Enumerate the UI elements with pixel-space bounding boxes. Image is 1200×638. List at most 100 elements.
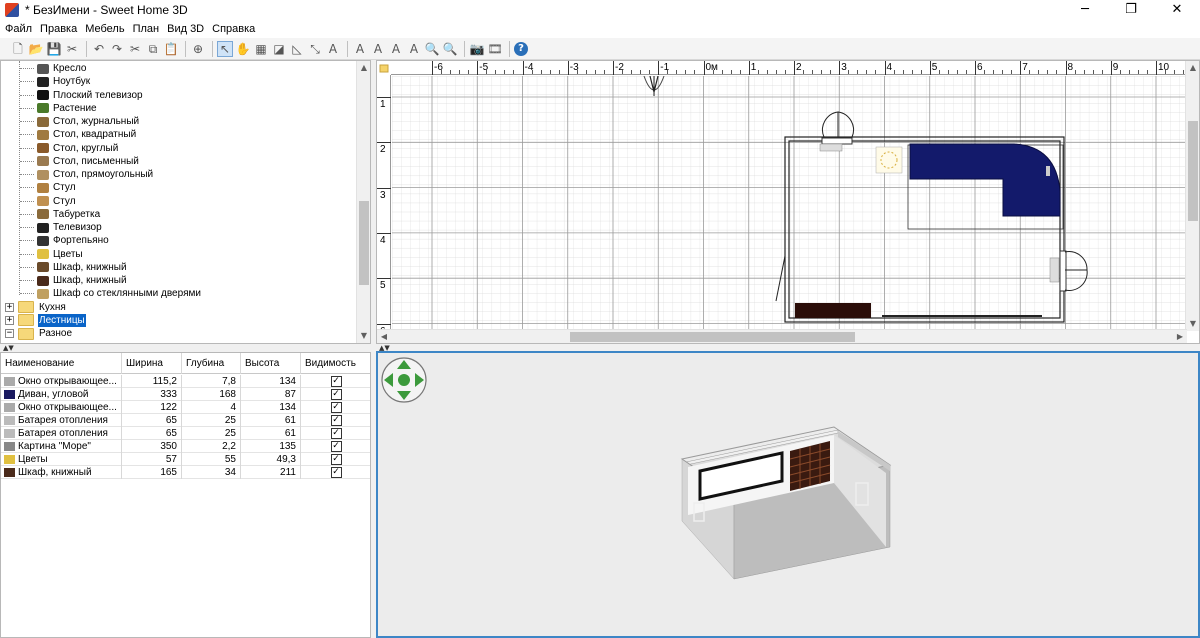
undo-icon[interactable]: ↶ — [91, 41, 107, 57]
plan-vscroll-thumb[interactable] — [1188, 121, 1198, 221]
catalog-item[interactable]: Ноутбук — [20, 75, 91, 88]
add-text-icon[interactable]: A — [325, 41, 341, 57]
menu-plan[interactable]: План — [129, 23, 164, 35]
catalog-scroll-thumb[interactable] — [359, 201, 369, 285]
create-photo-icon[interactable]: 📷 — [469, 41, 485, 57]
plan-scroll-down-icon[interactable]: ▼ — [1186, 317, 1199, 331]
catalog-category[interactable]: + Кухня — [5, 301, 67, 314]
select-mode-icon[interactable]: ↖ — [217, 40, 233, 57]
bold-text-icon[interactable]: A — [388, 41, 404, 57]
visibility-checkbox[interactable]: ✓ — [330, 428, 342, 439]
add-furniture-icon[interactable]: ⊕ — [190, 41, 206, 57]
maximize-button[interactable]: ❐ — [1108, 0, 1154, 20]
help-icon[interactable]: ? — [514, 41, 528, 56]
paste-icon[interactable]: 📋 — [163, 41, 179, 57]
copy-icon[interactable]: ⧉ — [145, 41, 161, 57]
catalog-item[interactable]: Табуретка — [20, 208, 101, 221]
catalog-vertical-scrollbar[interactable]: ▲ ▼ — [356, 61, 370, 343]
table-row[interactable]: Диван, угловой 333 168 87 ✓ — [1, 388, 370, 401]
minimize-button[interactable]: ─ — [1062, 0, 1108, 20]
catalog-item[interactable]: Стол, круглый — [20, 142, 119, 155]
close-button[interactable]: ✕ — [1154, 0, 1200, 20]
create-walls-icon[interactable]: ▦ — [253, 41, 269, 57]
menu-furniture[interactable]: Мебель — [81, 23, 128, 35]
catalog-category[interactable]: − Разное — [5, 327, 73, 340]
catalog-item[interactable]: Растение — [20, 102, 98, 115]
catalog-item[interactable]: Стул — [20, 195, 77, 208]
menu-file[interactable]: Файл — [1, 23, 36, 35]
col-width-header[interactable]: Ширина — [122, 353, 182, 374]
catalog-item[interactable]: Стол, письменный — [20, 155, 140, 168]
plan-horizontal-scrollbar[interactable]: ◀ ▶ — [377, 329, 1187, 343]
catalog-item[interactable]: Стол, журнальный — [20, 115, 140, 128]
furniture-catalog-tree[interactable]: ▲ ▼ Кресло Ноутбук Плоский телевизор Растен… — [0, 60, 371, 344]
catalog-item[interactable]: Плоский телевизор — [20, 89, 144, 102]
create-video-icon[interactable]: 🎞 — [487, 41, 503, 57]
plan-scroll-up-icon[interactable]: ▲ — [1186, 61, 1199, 75]
expand-icon[interactable]: + — [5, 302, 14, 312]
increase-text-icon[interactable]: A — [352, 41, 368, 57]
new-home-icon[interactable]: 🗋 — [10, 41, 26, 57]
decrease-text-icon[interactable]: A — [370, 41, 386, 57]
zoom-in-icon[interactable]: 🔍 — [424, 41, 440, 57]
visibility-checkbox[interactable]: ✓ — [330, 441, 342, 452]
collapse-icon[interactable]: − — [5, 329, 14, 338]
zoom-out-icon[interactable]: 🔍 — [442, 41, 458, 57]
open-icon[interactable]: 📂 — [28, 41, 44, 57]
table-row[interactable]: Окно открывающее... 115,2 7,8 134 ✓ — [1, 375, 370, 388]
visibility-checkbox[interactable]: ✓ — [330, 415, 342, 426]
visibility-checkbox[interactable]: ✓ — [330, 454, 342, 465]
italic-text-icon[interactable]: A — [406, 41, 422, 57]
menu-help[interactable]: Справка — [208, 23, 259, 35]
plan-canvas[interactable] — [392, 75, 1187, 331]
scroll-down-arrow-icon[interactable]: ▼ — [357, 329, 370, 343]
catalog-item[interactable]: Стол, квадратный — [20, 128, 137, 141]
3d-room-model[interactable] — [680, 426, 892, 580]
catalog-item[interactable]: Цветы — [20, 248, 84, 261]
table-row[interactable]: Батарея отопления 65 25 61 ✓ — [1, 427, 370, 440]
visibility-checkbox[interactable]: ✓ — [330, 376, 342, 387]
pan-mode-icon[interactable]: ✋ — [235, 41, 251, 57]
cut-icon[interactable]: ✂ — [127, 41, 143, 57]
table-row[interactable]: Шкаф, книжный 165 34 211 ✓ — [1, 466, 370, 479]
visibility-checkbox[interactable]: ✓ — [330, 402, 342, 413]
catalog-item[interactable]: Шкаф, книжный — [20, 261, 128, 274]
left-splitter[interactable]: ▲▼ — [0, 345, 371, 352]
plan-hscroll-thumb[interactable] — [570, 332, 855, 342]
plan-scroll-left-icon[interactable]: ◀ — [377, 330, 391, 343]
navigation-arrows-icon[interactable] — [381, 357, 427, 403]
table-row[interactable]: Батарея отопления 65 25 61 ✓ — [1, 414, 370, 427]
plan-radiator[interactable] — [1046, 166, 1050, 176]
create-rooms-icon[interactable]: ◪ — [271, 41, 287, 57]
visibility-checkbox[interactable]: ✓ — [330, 467, 342, 478]
table-row[interactable]: Картина "Море" 350 2,2 135 ✓ — [1, 440, 370, 453]
catalog-item[interactable]: Телевизор — [20, 221, 103, 234]
plan-bookcase[interactable] — [795, 303, 871, 318]
preferences-icon[interactable]: ✂ — [64, 41, 80, 57]
catalog-item[interactable]: Стул — [20, 181, 77, 194]
3d-view[interactable] — [376, 351, 1200, 638]
plan-vertical-scrollbar[interactable]: ▲ ▼ — [1185, 61, 1199, 331]
redo-icon[interactable]: ↷ — [109, 41, 125, 57]
scroll-up-arrow-icon[interactable]: ▲ — [357, 61, 370, 75]
table-row[interactable]: Окно открывающее... 122 4 134 ✓ — [1, 401, 370, 414]
catalog-item[interactable]: Шкаф, книжный — [20, 274, 128, 287]
create-dimensions-icon[interactable]: ⤡ — [307, 41, 323, 57]
plan-flowers[interactable] — [875, 146, 903, 174]
col-name-header[interactable]: Наименование — [1, 353, 122, 374]
catalog-item[interactable]: Шкаф со стеклянными дверями — [20, 287, 202, 300]
visibility-checkbox[interactable]: ✓ — [330, 389, 342, 400]
catalog-item[interactable]: Стол, прямоугольный — [20, 168, 154, 181]
create-polylines-icon[interactable]: ◺ — [289, 41, 305, 57]
table-row[interactable]: Цветы 57 55 49,3 ✓ — [1, 453, 370, 466]
menu-3d-view[interactable]: Вид 3D — [163, 23, 208, 35]
catalog-item[interactable]: Фортепьяно — [20, 234, 110, 247]
expand-icon[interactable]: + — [5, 315, 14, 325]
plan-scroll-right-icon[interactable]: ▶ — [1173, 330, 1187, 343]
catalog-item[interactable]: Кресло — [20, 62, 87, 75]
col-visible-header[interactable]: Видимость — [301, 353, 370, 374]
plan-view[interactable]: -6-5-4-3-2-10м12345678910 123456 — [376, 60, 1200, 344]
catalog-category[interactable]: + Лестницы — [5, 313, 86, 327]
col-height-header[interactable]: Высота — [241, 353, 301, 374]
save-icon[interactable]: 💾 — [46, 41, 62, 57]
